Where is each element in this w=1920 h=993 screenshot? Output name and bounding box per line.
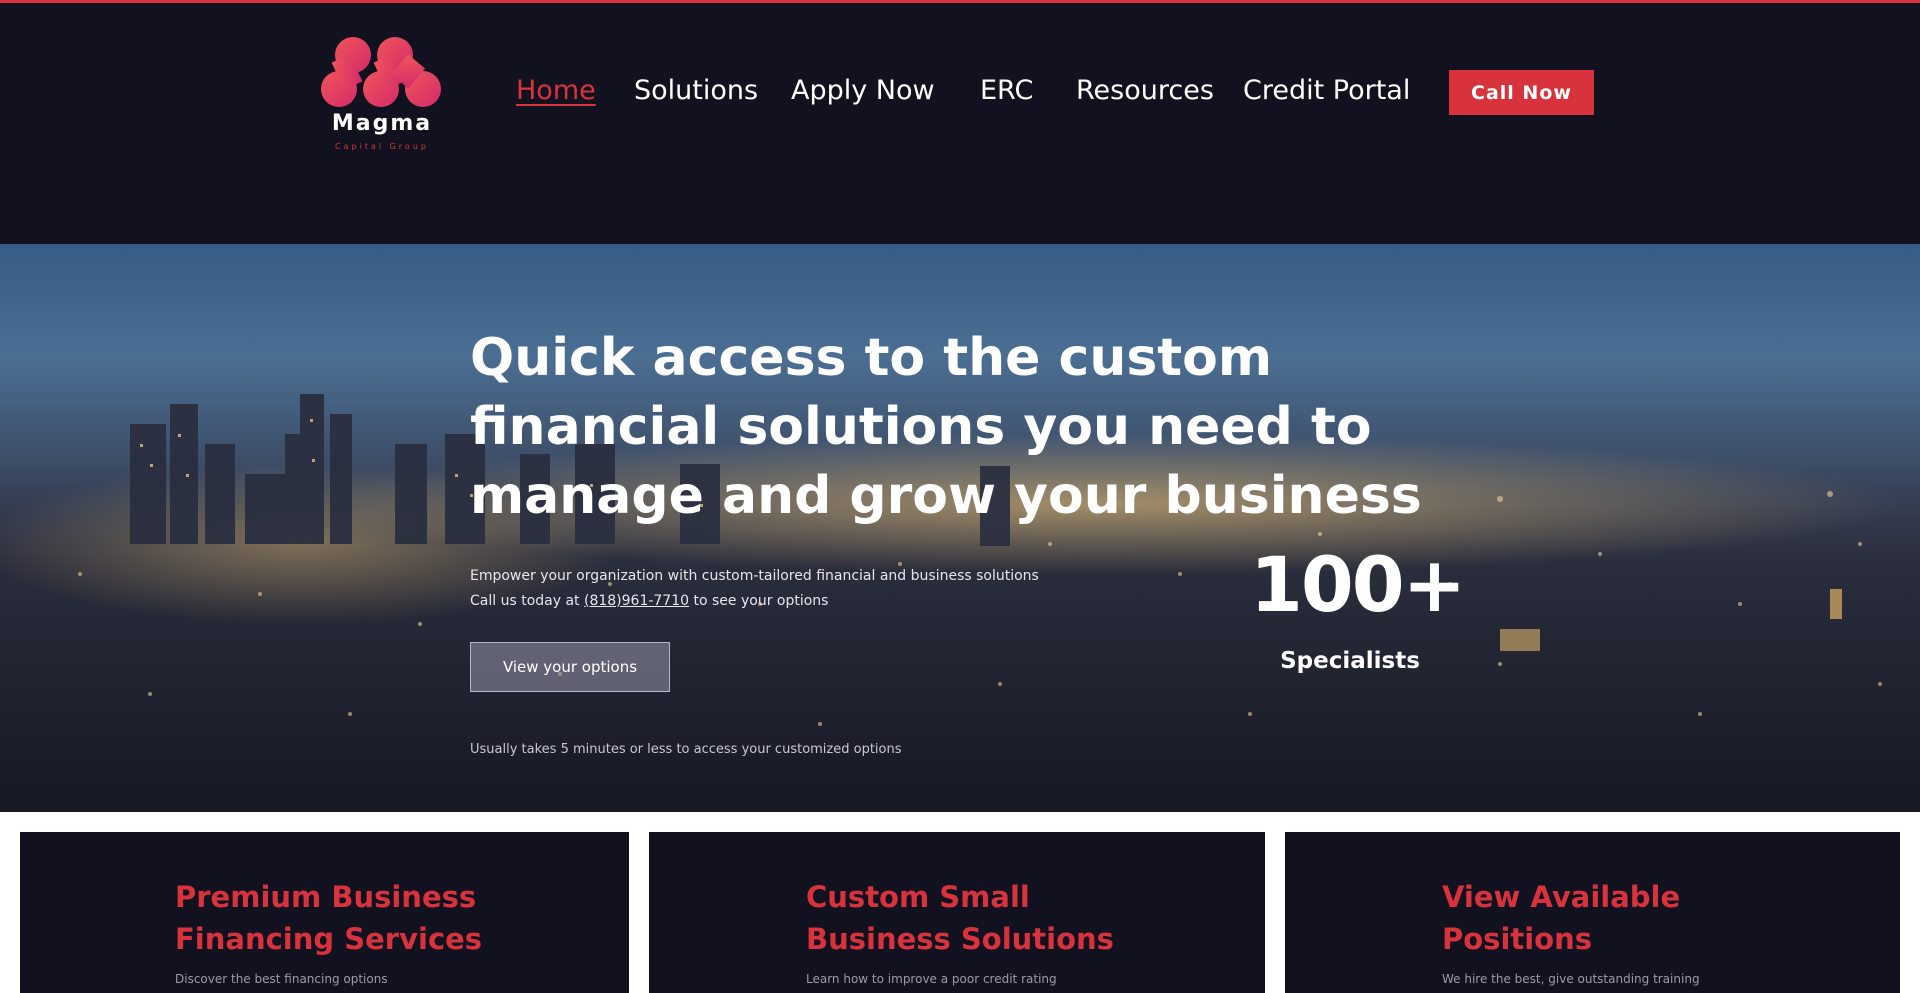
card-title: Premium Business Financing Services xyxy=(175,876,482,960)
nav-item-home[interactable]: Home xyxy=(516,75,596,106)
card-description: We hire the best, give outstanding train… xyxy=(1442,972,1700,986)
card-title: View Available Positions xyxy=(1442,876,1680,960)
services-cards: Premium Business Financing Services Disc… xyxy=(0,812,1920,993)
hero-section: Quick access to the custom financial sol… xyxy=(0,244,1920,812)
nav-item-solutions[interactable]: Solutions xyxy=(634,75,758,106)
hero-call-line: Call us today at (818)961-7710 to see yo… xyxy=(470,589,1170,614)
brand-logo[interactable]: Magma Capital Group xyxy=(317,33,447,158)
nav-item-resources[interactable]: Resources xyxy=(1076,75,1214,106)
call-now-button[interactable]: Call Now xyxy=(1449,70,1594,115)
card-title-line: View Available xyxy=(1442,880,1681,914)
nav-item-erc[interactable]: ERC xyxy=(980,75,1033,106)
card-title-line: Premium Business xyxy=(175,880,477,914)
call-text-prefix: Call us today at xyxy=(470,593,584,609)
hero-subtitle-line: Empower your organization with custom-ta… xyxy=(470,568,1039,584)
specialists-label: Specialists xyxy=(1280,648,1420,674)
hero-heading: Quick access to the custom financial sol… xyxy=(470,328,1422,526)
card-title-line: Business Solutions xyxy=(806,922,1114,956)
call-text-suffix: to see your options xyxy=(689,593,829,609)
card-title-line: Financing Services xyxy=(175,922,483,956)
card-title: Custom Small Business Solutions xyxy=(806,876,1114,960)
card-description: Discover the best financing options xyxy=(175,972,388,986)
specialists-count: 100+ xyxy=(1250,540,1466,629)
hero-subtitle: Empower your organization with custom-ta… xyxy=(470,564,1170,614)
card-premium-financing[interactable]: Premium Business Financing Services Disc… xyxy=(20,832,629,993)
brand-name: Magma xyxy=(331,111,433,136)
card-custom-small-business[interactable]: Custom Small Business Solutions Learn ho… xyxy=(649,832,1265,993)
nav-item-credit-portal[interactable]: Credit Portal xyxy=(1243,75,1410,106)
card-available-positions[interactable]: View Available Positions We hire the bes… xyxy=(1285,832,1900,993)
hero-note: Usually takes 5 minutes or less to acces… xyxy=(470,742,902,757)
card-title-line: Positions xyxy=(1442,922,1593,956)
view-options-button[interactable]: View your options xyxy=(470,642,670,692)
card-title-line: Custom Small xyxy=(806,880,1030,914)
magma-logo-mark-icon xyxy=(321,37,441,107)
site-header: Magma Capital Group Home Solutions Apply… xyxy=(0,3,1920,244)
card-description: Learn how to improve a poor credit ratin… xyxy=(806,972,1057,986)
nav-item-apply-now[interactable]: Apply Now xyxy=(791,75,935,106)
brand-tagline: Capital Group xyxy=(335,142,429,151)
phone-link[interactable]: (818)961-7710 xyxy=(584,593,689,609)
